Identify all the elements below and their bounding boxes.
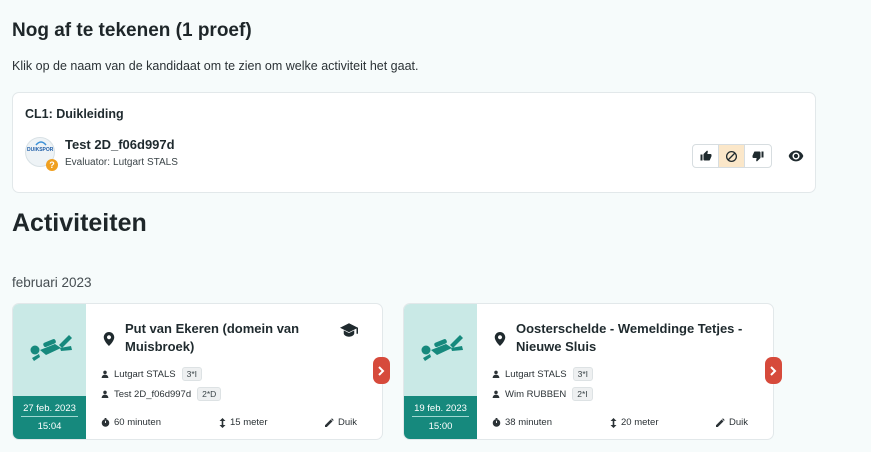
- month-label: februari 2023: [12, 275, 92, 290]
- location-pin-icon: [494, 332, 506, 346]
- duration: 60 minuten: [101, 417, 161, 428]
- approve-button[interactable]: [693, 145, 719, 167]
- user-icon: [101, 390, 109, 398]
- activity-title[interactable]: Put van Ekeren (domein van Muisbroek): [125, 320, 350, 356]
- depth: 20 meter: [610, 417, 659, 428]
- activity-date: 19 feb. 2023 15:00: [404, 396, 477, 439]
- depth-text: 20 meter: [621, 417, 659, 428]
- vertical-arrows-icon: [219, 417, 226, 428]
- participant-name: Lutgart STALS: [505, 368, 567, 380]
- activity-time: 15:04: [37, 421, 62, 432]
- activity-type: Duik: [325, 417, 357, 428]
- chevron-right-icon: [770, 365, 777, 376]
- pending-button[interactable]: [719, 145, 745, 167]
- stopwatch-icon: [101, 418, 110, 427]
- pencil-icon: [716, 418, 725, 427]
- vertical-arrows-icon: [610, 417, 617, 428]
- pending-instruction: Klik op de naam van de kandidaat om te z…: [12, 59, 419, 73]
- approval-button-group: [692, 144, 772, 168]
- thumbs-down-icon: [752, 151, 764, 162]
- participant-level: 2*D: [197, 387, 222, 401]
- next-arrow-button[interactable]: [373, 357, 390, 384]
- pending-card-title: CL1: Duikleiding: [25, 107, 124, 121]
- diver-icon: [421, 335, 463, 361]
- pending-card: CL1: Duikleiding DUIKSPORT ? Test 2D_f06…: [12, 92, 816, 193]
- evaluator-label: Evaluator:: [65, 157, 111, 168]
- user-icon: [101, 370, 109, 378]
- activity-time: 15:00: [428, 421, 453, 432]
- eye-icon[interactable]: [788, 150, 804, 162]
- activity-type: Duik: [716, 417, 748, 428]
- ban-icon: [725, 150, 738, 162]
- participant-name: Test 2D_f06d997d: [114, 388, 192, 400]
- status-badge: ?: [46, 159, 58, 171]
- duration-text: 38 minuten: [505, 417, 553, 428]
- participant-name: Lutgart STALS: [114, 368, 176, 380]
- candidate-name[interactable]: Test 2D_f06d997d: [65, 137, 175, 152]
- activity-type-text: Duik: [338, 417, 358, 428]
- activity-date-text: 19 feb. 2023: [414, 403, 467, 414]
- activity-date-text: 27 feb. 2023: [23, 403, 76, 414]
- diver-icon: [30, 335, 72, 361]
- activity-card[interactable]: 27 feb. 2023 15:04 Put van Ekeren (domei…: [12, 303, 383, 440]
- stopwatch-icon: [492, 418, 501, 427]
- activity-type-text: Duik: [729, 417, 749, 428]
- date-divider: [21, 416, 78, 417]
- activity-card[interactable]: 19 feb. 2023 15:00 Oosterschelde - Wemel…: [403, 303, 774, 440]
- location-pin-icon: [103, 332, 115, 346]
- participant-level: 3*I: [572, 367, 594, 381]
- participant-row: Test 2D_f06d997d 2*D: [101, 387, 222, 401]
- duration: 38 minuten: [492, 417, 552, 428]
- candidate-evaluator: Evaluator: Lutgart STALS: [65, 157, 178, 168]
- activity-image: 27 feb. 2023 15:04: [13, 304, 86, 439]
- duration-text: 60 minuten: [114, 417, 162, 428]
- participant-row: Lutgart STALS 3*I: [492, 367, 594, 381]
- activity-title[interactable]: Oosterschelde - Wemeldinge Tetjes - Nieu…: [516, 320, 761, 356]
- pending-title: Nog af te tekenen (1 proef): [12, 20, 252, 41]
- activities-title: Activiteiten: [12, 209, 147, 237]
- depth: 15 meter: [219, 417, 268, 428]
- reject-button[interactable]: [745, 145, 771, 167]
- thumbs-up-icon: [700, 150, 711, 161]
- next-arrow-button[interactable]: [765, 357, 782, 384]
- participant-row: Wim RUBBEN 2*I: [492, 387, 593, 401]
- participant-level: 2*I: [572, 387, 593, 401]
- club-logo-icon: [35, 141, 47, 146]
- user-icon: [492, 370, 500, 378]
- chevron-right-icon: [378, 365, 385, 376]
- date-divider: [412, 416, 469, 417]
- user-icon: [492, 390, 500, 398]
- participant-row: Lutgart STALS 3*I: [101, 367, 203, 381]
- avatar-text: DUIKSPORT: [27, 147, 55, 153]
- activity-date: 27 feb. 2023 15:04: [13, 396, 86, 439]
- participant-name: Wim RUBBEN: [505, 388, 567, 400]
- participant-level: 3*I: [181, 367, 203, 381]
- pencil-icon: [325, 418, 334, 427]
- graduation-cap-icon: [340, 323, 358, 337]
- depth-text: 15 meter: [230, 417, 268, 428]
- activity-image: 19 feb. 2023 15:00: [404, 304, 477, 439]
- evaluator-name: Lutgart STALS: [113, 157, 178, 168]
